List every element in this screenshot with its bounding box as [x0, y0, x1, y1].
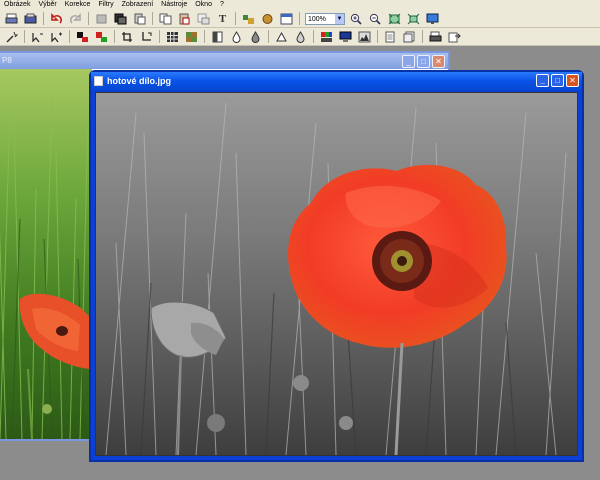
stamp-icon[interactable] [260, 12, 276, 26]
window-title-bar[interactable]: P8 _ □ ✕ [0, 53, 448, 69]
zoom-out-icon[interactable] [368, 12, 384, 26]
scanner-icon[interactable] [23, 12, 39, 26]
menu-corrections[interactable]: Korekce [61, 0, 95, 10]
paste-new-icon[interactable] [177, 12, 193, 26]
workspace: P8 _ □ ✕ hotové dílo.jpg _ □ ✕ [0, 46, 600, 480]
toolbar-separator [88, 12, 89, 25]
toolbar-separator [204, 30, 205, 43]
toolbar-separator [422, 30, 423, 43]
toolbar-separator [299, 12, 300, 25]
window-controls: _ □ ✕ [402, 55, 445, 68]
toolbar-separator [268, 30, 269, 43]
histogram-icon[interactable] [357, 30, 373, 44]
copy-icon[interactable] [113, 12, 129, 26]
fullscreen-icon[interactable] [425, 12, 441, 26]
window-icon[interactable] [279, 12, 295, 26]
print-preview-icon[interactable] [428, 30, 444, 44]
paste-into-icon[interactable] [196, 12, 212, 26]
actual-size-icon[interactable] [406, 12, 422, 26]
text-tool-icon[interactable]: T [215, 12, 231, 26]
resize-icon[interactable] [139, 30, 155, 44]
window-title: hotové dílo.jpg [107, 76, 171, 86]
window-title-bar[interactable]: hotové dílo.jpg _ □ ✕ [91, 72, 582, 90]
poppy-selective-color-image [96, 93, 577, 456]
drop-fill-icon[interactable] [248, 30, 264, 44]
monitor-icon[interactable] [338, 30, 354, 44]
undo-icon[interactable] [49, 12, 65, 26]
chevron-down-icon[interactable]: ▼ [335, 13, 344, 24]
grid-icon[interactable] [165, 30, 181, 44]
toolbar-separator [114, 30, 115, 43]
drop-icon[interactable] [229, 30, 245, 44]
redo-icon[interactable] [68, 12, 84, 26]
print-icon[interactable] [4, 12, 20, 26]
main-toolbar: T 100% ▼ [0, 10, 600, 28]
select-minus-icon[interactable] [49, 30, 65, 44]
paste-icon[interactable] [132, 12, 148, 26]
duplicate-icon[interactable] [158, 12, 174, 26]
toolbar-separator [69, 30, 70, 43]
color-balance-icon[interactable] [319, 30, 335, 44]
maximize-icon[interactable]: □ [551, 74, 564, 87]
select-plus-icon[interactable] [30, 30, 46, 44]
fit-window-icon[interactable] [387, 12, 403, 26]
toolbar-separator [313, 30, 314, 43]
crop-icon[interactable] [120, 30, 136, 44]
menu-window[interactable]: Okno [191, 0, 216, 10]
cut-icon[interactable] [94, 12, 110, 26]
layers-icon[interactable] [241, 12, 257, 26]
close-icon[interactable]: ✕ [432, 55, 445, 68]
menu-filters[interactable]: Filtry [94, 0, 117, 10]
zoom-select[interactable]: 100% ▼ [305, 12, 345, 25]
window-controls: _ □ ✕ [536, 74, 579, 87]
menu-view[interactable]: Zobrazení [118, 0, 158, 10]
maximize-icon[interactable]: □ [417, 55, 430, 68]
document-icon[interactable] [383, 30, 399, 44]
close-icon[interactable]: ✕ [566, 74, 579, 87]
batch-icon[interactable] [402, 30, 418, 44]
toolbar-separator [377, 30, 378, 43]
menu-tools[interactable]: Nástroje [157, 0, 191, 10]
color-photo [0, 69, 93, 440]
magic-wand-icon[interactable] [4, 30, 20, 44]
menu-selection[interactable]: Výběr [34, 0, 60, 10]
image-window-active[interactable]: hotové dílo.jpg _ □ ✕ [89, 70, 584, 462]
mosaic-icon[interactable] [184, 30, 200, 44]
minimize-icon[interactable]: _ [402, 55, 415, 68]
color-swap-icon[interactable] [75, 30, 91, 44]
toolbar-separator [43, 12, 44, 25]
toolbar-separator [235, 12, 236, 25]
menu-bar: Obrázek Výběr Korekce Filtry Zobrazení N… [0, 0, 600, 10]
toolbar-separator [159, 30, 160, 43]
color-reset-icon[interactable] [94, 30, 110, 44]
zoom-value: 100% [308, 15, 326, 23]
sharpen-icon[interactable] [293, 30, 309, 44]
image-canvas[interactable] [95, 92, 578, 456]
export-icon[interactable] [447, 30, 463, 44]
toolbar-separator [24, 30, 25, 43]
image-file-icon [94, 76, 103, 86]
poppy-color-image [0, 69, 93, 440]
menu-help[interactable]: ? [216, 0, 228, 10]
minimize-icon[interactable]: _ [536, 74, 549, 87]
zoom-in-icon[interactable] [349, 12, 365, 26]
brightness-icon[interactable] [210, 30, 226, 44]
triangle-icon[interactable] [274, 30, 290, 44]
window-title: P8 [2, 56, 12, 65]
menu-image[interactable]: Obrázek [0, 0, 34, 10]
toolbar-separator [152, 12, 153, 25]
tools-toolbar [0, 28, 600, 46]
